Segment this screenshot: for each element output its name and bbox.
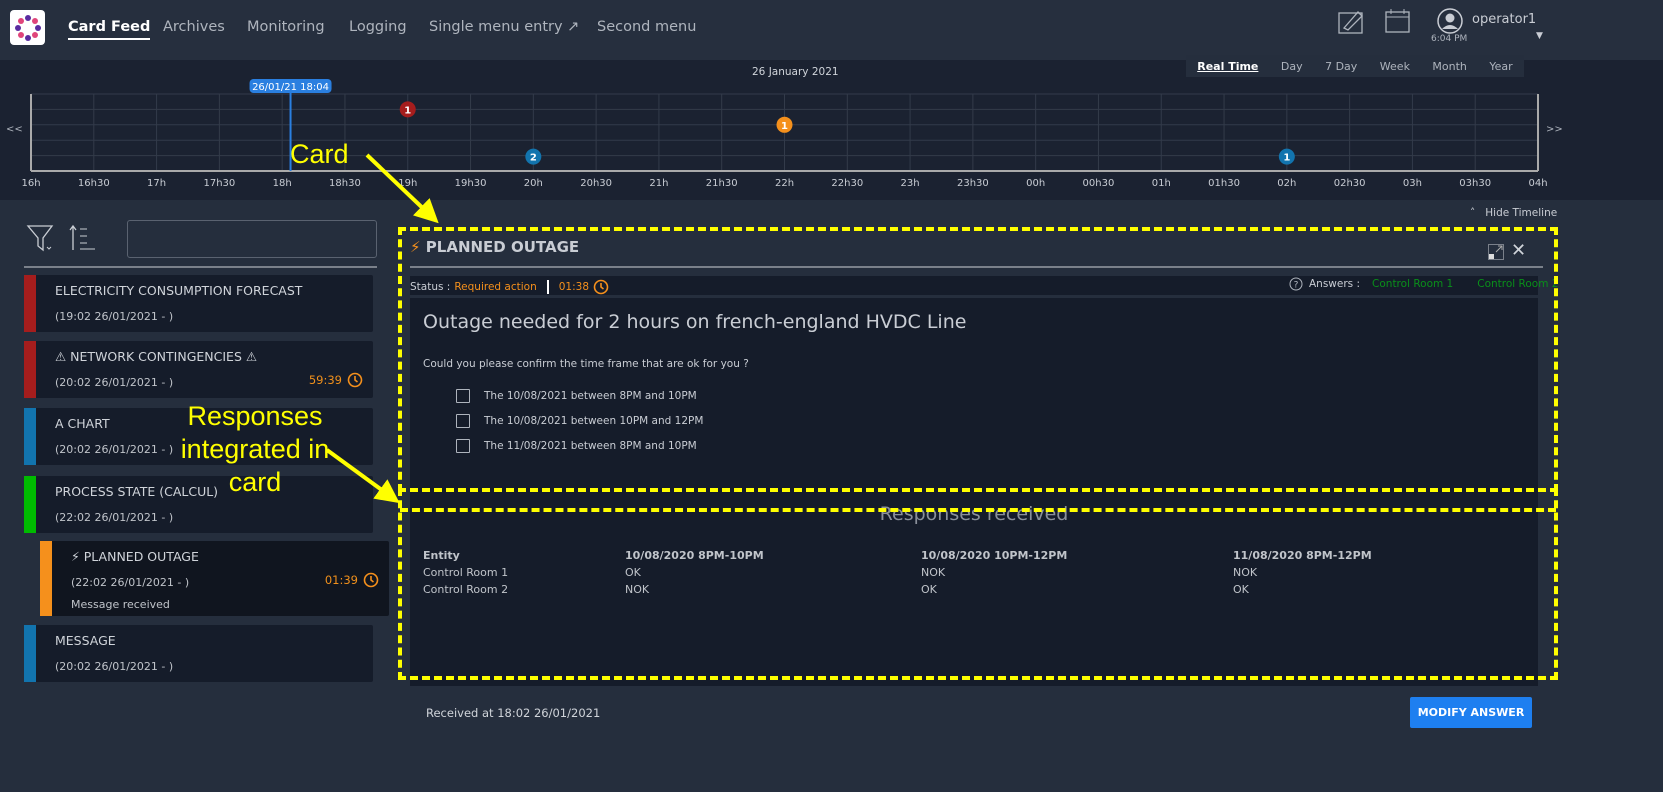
received-at: Received at 18:02 26/01/2021 [426,706,601,720]
nav-logging[interactable]: Logging [349,19,407,35]
timeline-prev-button[interactable]: << [6,124,23,135]
external-link-icon: ↗ [567,19,580,35]
card-title: A CHART [55,416,110,431]
calendar-icon[interactable] [1385,8,1411,34]
card-date: (22:02 26/01/2021 - ) [71,576,190,589]
timeline-tick: 17h30 [203,178,235,189]
annotation-responses-label: Responses integrated in card [180,401,330,497]
card-date: (22:02 26/01/2021 - ) [55,511,174,524]
feed-card[interactable]: ⚡ PLANNED OUTAGE (22:02 26/01/2021 - ) 01:… [40,541,389,616]
nav-second-menu[interactable]: Second menu [597,19,696,35]
timeline-marker-count: 1 [1283,153,1290,164]
timeline-tick: 00h30 [1083,178,1115,189]
card-timer: 59:39 [309,372,363,388]
timeline-tick: 16h30 [78,178,110,189]
severity-bar [40,541,52,616]
card-date: (20:02 26/01/2021 - ) [55,660,174,673]
timeline-tick: 18h [273,178,292,189]
timeline-next-button[interactable]: >> [1546,124,1563,135]
timeline-tick: 22h30 [831,178,863,189]
severity-bar [24,341,36,398]
card-date: (20:02 26/01/2021 - ) [55,443,174,456]
timeline-tick: 02h [1277,178,1296,189]
app-logo[interactable] [10,10,45,45]
timeline-marker-count: 1 [404,105,411,116]
card-title: MESSAGE [55,633,116,648]
username[interactable]: operator1 [1472,12,1536,27]
timeline-tick: 21h [649,178,668,189]
current-time: 6:04 PM [1431,34,1468,44]
user-avatar-icon[interactable] [1437,8,1463,34]
severity-bar [24,408,36,465]
card-title: ⚡ PLANNED OUTAGE [71,549,199,564]
timeline-tick: 18h30 [329,178,361,189]
timeline-tick: 23h [901,178,920,189]
card-note: Message received [71,598,170,611]
timeline-tick: 16h [21,178,40,189]
annotation-card-label: Card [290,139,349,169]
feed-card[interactable]: MESSAGE (20:02 26/01/2021 - ) [24,625,373,682]
card-date: (20:02 26/01/2021 - ) [55,376,174,389]
timeline-tick: 19h [398,178,417,189]
timeline-tick: 01h30 [1208,178,1240,189]
card-timer: 01:39 [325,572,379,588]
timeline-tick: 20h30 [580,178,612,189]
nav-monitoring[interactable]: Monitoring [247,19,325,35]
annotation-responses-line [400,508,1556,512]
timer-value: 59:39 [308,373,342,387]
timeline-tick: 01h [1152,178,1171,189]
filter-icon[interactable] [26,223,56,253]
hide-timeline-label: Hide Timeline [1485,207,1558,219]
hide-timeline-button[interactable]: ˄ Hide Timeline [1470,207,1557,219]
current-time-label: 26/01/21 18:04 [252,82,329,93]
top-navbar: Card Feed Archives Monitoring Logging Si… [0,0,1663,60]
timeline-marker-count: 1 [781,121,788,132]
severity-bar [24,625,36,682]
severity-bar [24,275,36,332]
timeline-tick: 03h [1403,178,1422,189]
timeline-tick: 00h [1026,178,1045,189]
new-card-edit-icon[interactable] [1338,8,1364,34]
nav-single-menu-entry[interactable]: Single menu entry ↗ [429,19,579,35]
nav-archives[interactable]: Archives [163,19,225,35]
timeline-tick: 20h [524,178,543,189]
chevron-up-icon: ˄ [1470,207,1476,219]
timeline-marker-count: 2 [530,153,537,164]
timeline-tick: 02h30 [1334,178,1366,189]
nav-label: Single menu entry [429,19,563,35]
timeline-tick: 19h30 [455,178,487,189]
feed-search-input[interactable] [127,220,377,258]
nav-card-feed[interactable]: Card Feed [68,19,151,40]
timeline-tick: 21h30 [706,178,738,189]
annotation-card-box-lower [398,488,1558,680]
card-title: ⚠ NETWORK CONTINGENCIES ⚠ [55,349,258,364]
severity-bar [24,476,36,533]
timeline-chart[interactable]: 16h 16h30 17h 17h30 18h 18h30 19h 19h30 20h 20h30… [0,60,1663,200]
annotation-card-box [398,227,1558,492]
timeline-tick: 03h30 [1459,178,1491,189]
feed-card[interactable]: ELECTRICITY CONSUMPTION FORECAST (19:02 2… [24,275,373,332]
feed-card[interactable]: ⚠ NETWORK CONTINGENCIES ⚠ (20:02 26/01/20… [24,341,373,398]
card-date: (19:02 26/01/2021 - ) [55,310,174,323]
modify-answer-button[interactable]: MODIFY ANSWER [1410,697,1532,728]
clock-icon [347,372,363,388]
timer-value: 01:39 [324,573,358,587]
timeline-tick: 04h [1528,178,1547,189]
clock-icon [363,572,379,588]
timeline-tick: 17h [147,178,166,189]
timeline-tick: 22h [775,178,794,189]
card-title: ELECTRICITY CONSUMPTION FORECAST [55,283,303,298]
timeline-tick: 23h30 [957,178,989,189]
user-menu-caret-icon[interactable]: ▼ [1536,31,1543,41]
feed-divider [24,266,377,268]
sort-icon[interactable] [68,223,98,253]
